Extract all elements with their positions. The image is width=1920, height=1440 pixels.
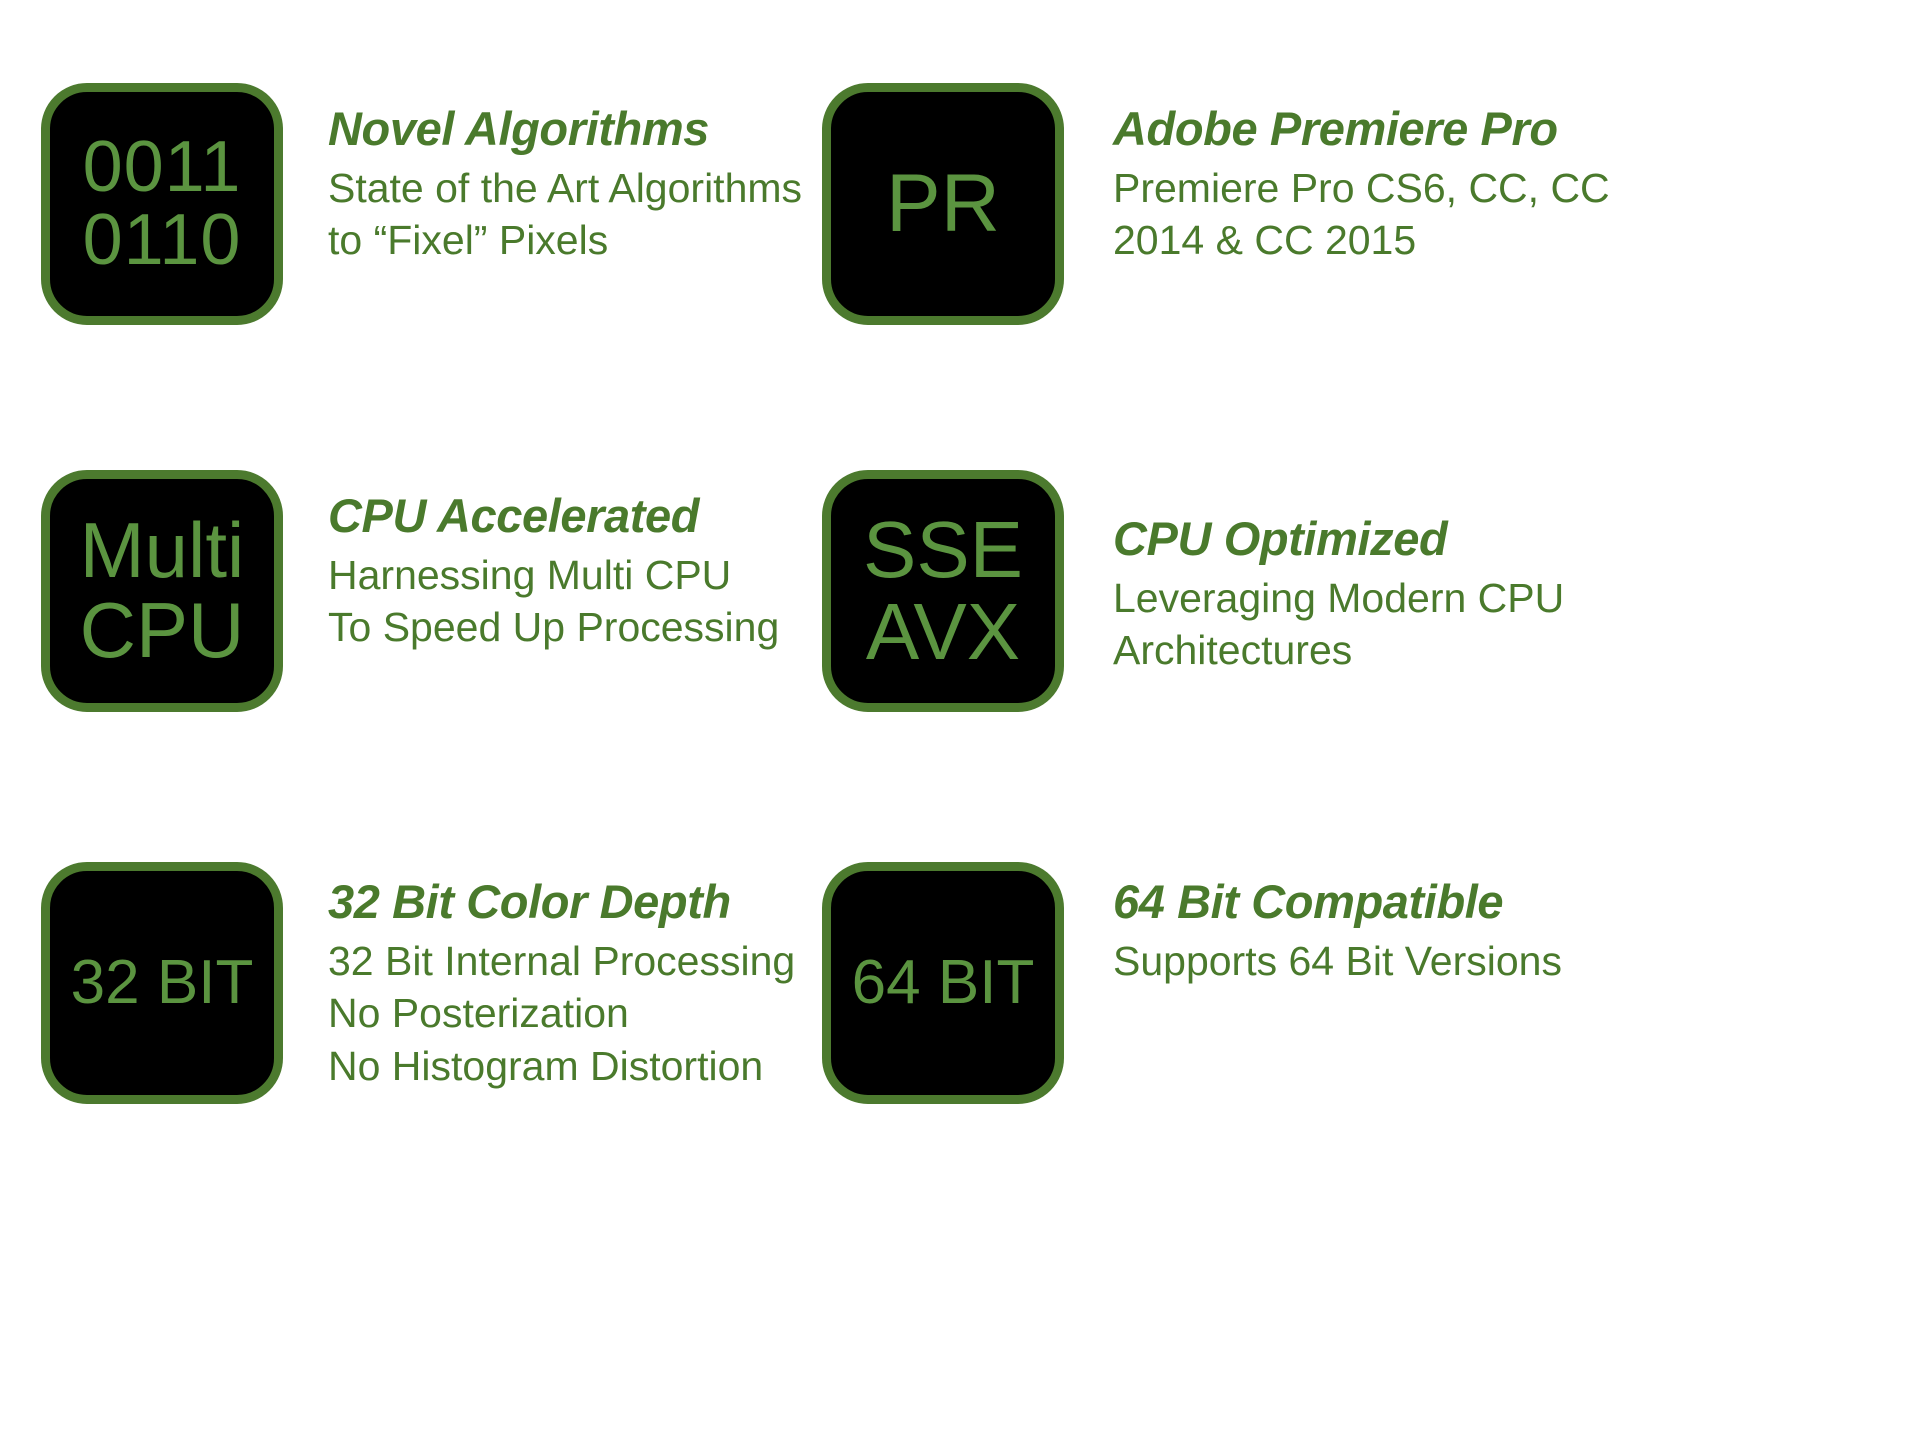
feature-description: 32 Bit Internal Processing No Posterizat…: [328, 935, 798, 1092]
feature-line: Harnessing Multi CPU: [328, 551, 732, 598]
feature-line: No Posterization: [328, 990, 629, 1037]
icon-glyph-line: PR: [886, 158, 1000, 250]
multi-cpu-icon: Multi CPU: [41, 470, 283, 712]
icon-glyph-line: Multi: [79, 506, 245, 595]
icon-glyph-line: CPU: [79, 586, 245, 674]
feature-line: to “Fixel” Pixels: [328, 217, 609, 264]
feature-heading: 32 Bit Color Depth: [328, 875, 731, 928]
feature-line: 32 Bit Internal Processing: [328, 937, 796, 984]
adobe-premiere-pro-icon: PR: [822, 83, 1064, 325]
icon-glyph-line: SSE: [862, 505, 1024, 595]
32-bit-icon: 32 BIT: [41, 862, 283, 1104]
64-bit-icon: 64 BIT: [822, 862, 1064, 1104]
icon-glyph-line: 0110: [82, 200, 242, 280]
feature-grid: 0011 0110 Novel Algorithms State of the …: [0, 0, 1920, 1440]
feature-line: Supports 64 Bit Versions: [1113, 937, 1562, 984]
feature-text-64-bit-compatible: 64 Bit Compatible Supports 64 Bit Versio…: [1113, 875, 1593, 987]
feature-line: Leveraging Modern CPU: [1113, 574, 1565, 621]
feature-description: State of the Art Algorithms to “Fixel” P…: [328, 162, 803, 267]
feature-line: To Speed Up Processing: [328, 604, 780, 651]
sse-avx-icon: SSE AVX: [822, 470, 1064, 712]
feature-heading: Novel Algorithms: [328, 102, 709, 155]
feature-description: Leveraging Modern CPU Architectures: [1113, 572, 1593, 677]
binary-code-icon: 0011 0110: [41, 83, 283, 325]
icon-glyph-line: 64 BIT: [851, 948, 1035, 1018]
icon-glyph-line: AVX: [865, 587, 1021, 676]
feature-heading: 64 Bit Compatible: [1113, 875, 1504, 928]
feature-description: Premiere Pro CS6, CC, CC 2014 & CC 2015: [1113, 162, 1610, 267]
feature-line: Premiere Pro CS6, CC, CC: [1113, 164, 1610, 211]
feature-heading: CPU Accelerated: [328, 489, 700, 542]
feature-description: Supports 64 Bit Versions: [1113, 935, 1593, 987]
feature-heading: Adobe Premiere Pro: [1113, 102, 1558, 155]
feature-line: 2014 & CC 2015: [1113, 217, 1417, 264]
feature-text-cpu-accelerated: CPU Accelerated Harnessing Multi CPU To …: [328, 489, 798, 654]
feature-line: No Histogram Distortion: [328, 1042, 764, 1089]
feature-text-novel-algorithms: Novel Algorithms State of the Art Algori…: [328, 102, 803, 267]
feature-text-adobe-premiere-pro: Adobe Premiere Pro Premiere Pro CS6, CC,…: [1113, 102, 1610, 267]
feature-text-cpu-optimized: CPU Optimized Leveraging Modern CPU Arch…: [1113, 512, 1593, 677]
icon-glyph-line: 32 BIT: [70, 948, 254, 1018]
feature-line: State of the Art Algorithms: [328, 164, 803, 211]
icon-glyph-line: 0011: [82, 126, 242, 207]
feature-line: Architectures: [1113, 627, 1353, 674]
feature-description: Harnessing Multi CPU To Speed Up Process…: [328, 549, 798, 654]
feature-heading: CPU Optimized: [1113, 512, 1448, 565]
feature-text-32-bit-color-depth: 32 Bit Color Depth 32 Bit Internal Proce…: [328, 875, 798, 1092]
